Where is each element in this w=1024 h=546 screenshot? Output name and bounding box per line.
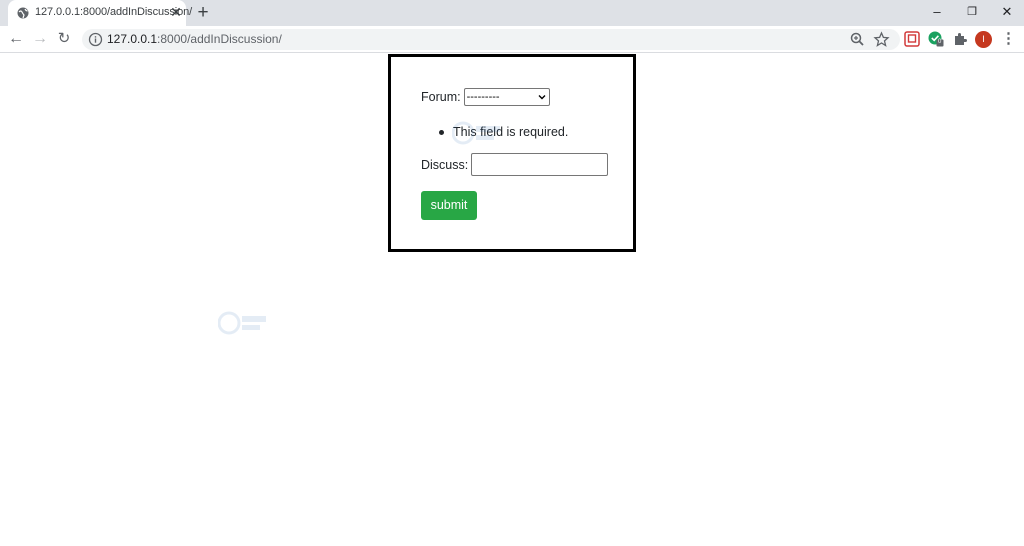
profile-avatar[interactable]: I bbox=[975, 31, 992, 48]
discuss-label: Discuss: bbox=[421, 157, 469, 172]
zoom-icon[interactable] bbox=[849, 31, 866, 48]
bullet-icon bbox=[439, 129, 444, 135]
globe-icon bbox=[17, 7, 29, 19]
browser-tab[interactable]: 127.0.0.1:8000/addInDiscussion/ ✕ bbox=[8, 0, 192, 26]
watermark-logo-icon bbox=[452, 121, 500, 145]
tab-strip: 127.0.0.1:8000/addInDiscussion/ ✕ + – ❐ … bbox=[0, 0, 1024, 26]
discuss-row: Discuss: bbox=[421, 153, 609, 176]
star-icon[interactable] bbox=[873, 31, 890, 48]
discussion-form: Forum: --------- This field is required.… bbox=[388, 54, 636, 252]
restore-button[interactable]: ❐ bbox=[955, 0, 989, 24]
forum-selected-value: --------- bbox=[466, 91, 500, 103]
close-window-button[interactable]: ✕ bbox=[990, 0, 1024, 24]
back-button[interactable]: ← bbox=[6, 29, 26, 49]
forum-select[interactable]: --------- bbox=[463, 88, 550, 106]
url-text: 127.0.0.1:8000/addInDiscussion/ bbox=[107, 32, 282, 46]
forward-button[interactable]: → bbox=[30, 29, 50, 49]
shield-check-icon bbox=[928, 31, 944, 47]
puzzle-icon[interactable] bbox=[952, 31, 968, 47]
browser-toolbar: ← → ↻ 127.0.0.1:8000/addInDiscussion/ 0 bbox=[0, 26, 1024, 53]
page-content: Forum: --------- This field is required.… bbox=[0, 54, 1024, 546]
forum-label: Forum: bbox=[421, 90, 461, 104]
tab-close-icon[interactable]: ✕ bbox=[168, 4, 184, 20]
browser-menu-icon[interactable]: ⋮ bbox=[1001, 29, 1016, 49]
forum-row: Forum: --------- bbox=[421, 88, 550, 106]
submit-button[interactable]: submit bbox=[421, 191, 477, 220]
url-host: 127.0.0.1 bbox=[107, 32, 158, 46]
info-icon[interactable] bbox=[88, 32, 103, 47]
shield-extension-icon[interactable]: 0 bbox=[928, 31, 944, 47]
minimize-button[interactable]: – bbox=[920, 0, 954, 24]
url-path: :8000/addInDiscussion/ bbox=[157, 32, 282, 46]
new-tab-button[interactable]: + bbox=[193, 3, 213, 23]
discuss-input[interactable] bbox=[471, 153, 609, 176]
chevron-down-icon bbox=[538, 95, 546, 100]
address-bar[interactable]: 127.0.0.1:8000/addInDiscussion/ bbox=[82, 29, 900, 50]
watermark-logo-icon bbox=[218, 311, 266, 335]
extension-badge: 0 bbox=[938, 39, 942, 45]
reload-button[interactable]: ↻ bbox=[54, 29, 74, 49]
pocket-extension-icon[interactable] bbox=[904, 31, 920, 47]
